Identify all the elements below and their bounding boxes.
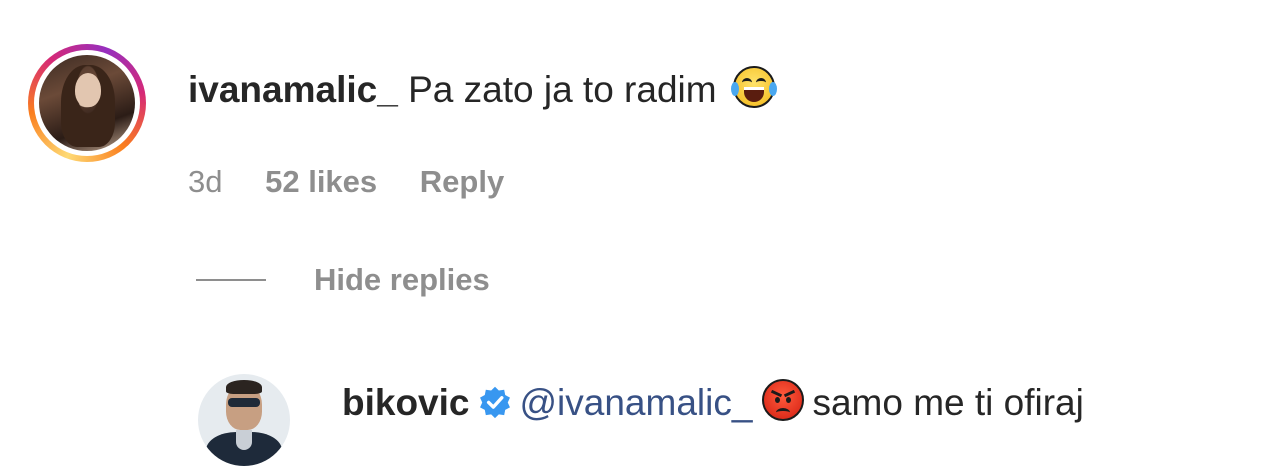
mention-link[interactable]: @ivanamalic_	[520, 382, 753, 423]
comments-thread: ivanamalic_ Pa zato ja to radim 3d 52 li…	[0, 0, 1280, 466]
reply-avatar[interactable]	[198, 374, 290, 466]
comment-likes-count[interactable]: 52 likes	[265, 164, 377, 199]
reply-line: bikovic @ivanamalic_ samo me ti ofiraj	[342, 379, 1084, 425]
avatar-ring-gap	[34, 50, 140, 156]
verified-badge-icon	[479, 386, 510, 419]
comment-meta: 3d 52 likes Reply	[188, 164, 504, 200]
comment-text: Pa zato ja to radim	[408, 69, 717, 110]
reply-button[interactable]: Reply	[420, 164, 504, 199]
commenter-avatar[interactable]	[39, 55, 135, 151]
avatar-face	[75, 73, 101, 107]
hide-replies-button[interactable]: Hide replies	[314, 262, 490, 298]
comment-timestamp[interactable]: 3d	[188, 164, 222, 199]
reply-username[interactable]: bikovic	[342, 382, 470, 423]
tears-of-joy-emoji-icon	[730, 66, 777, 108]
angry-face-emoji-icon	[762, 379, 805, 421]
avatar-sunglasses	[228, 398, 260, 407]
replies-divider-line	[196, 279, 266, 281]
reply-text: samo me ti ofiraj	[812, 382, 1084, 423]
avatar-collar	[236, 430, 252, 450]
hide-replies-toggle[interactable]: Hide replies	[196, 262, 490, 298]
comment-line: ivanamalic_ Pa zato ja to radim	[188, 66, 777, 112]
avatar-hair	[226, 380, 262, 394]
commenter-avatar-story-ring[interactable]	[28, 44, 146, 162]
comment-username[interactable]: ivanamalic_	[188, 69, 398, 110]
